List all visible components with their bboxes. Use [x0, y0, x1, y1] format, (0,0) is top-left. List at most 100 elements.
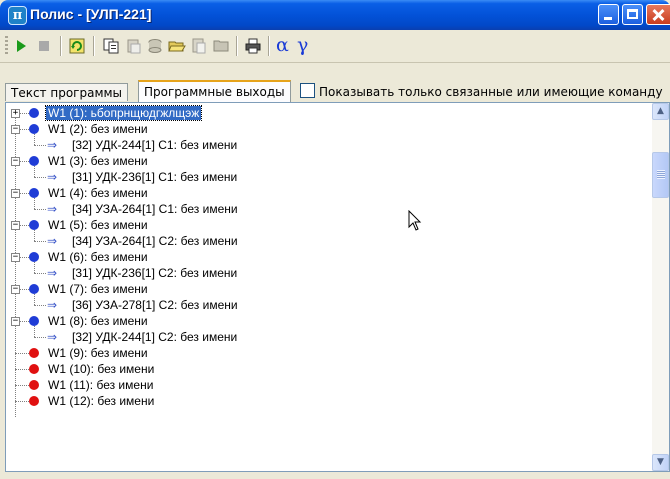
collapse-icon[interactable]: − — [11, 317, 20, 326]
collapse-icon[interactable]: − — [11, 125, 20, 134]
blue-status-dot-icon — [29, 124, 39, 134]
tree-node-label[interactable]: W1 (2): без имени — [46, 122, 150, 136]
vertical-scrollbar[interactable]: ▲ ▼ — [652, 103, 669, 471]
link-arrow-icon: ⇒ — [47, 298, 58, 312]
blue-status-dot-icon — [29, 220, 39, 230]
play-icon[interactable] — [12, 37, 30, 55]
tree-child-label[interactable]: [34] УЗА-264[1] С1: без имени — [70, 202, 240, 216]
tree-child-label[interactable]: [36] УЗА-278[1] С2: без имени — [70, 298, 240, 312]
mouse-cursor-icon — [408, 210, 422, 231]
toolbar-separator — [93, 36, 95, 56]
tree-node-label[interactable]: W1 (9): без имени — [46, 346, 150, 360]
tree-child-label[interactable]: [34] УЗА-264[1] С2: без имени — [70, 234, 240, 248]
red-status-dot-icon — [29, 348, 39, 358]
tree-connector — [15, 401, 29, 402]
red-status-dot-icon — [29, 380, 39, 390]
filter-checkbox-row[interactable]: Показывать только связанные или имеющие … — [300, 83, 663, 101]
refresh-icon[interactable] — [68, 37, 86, 55]
tree-child-label[interactable]: [31] УДК-236[1] С2: без имени — [70, 266, 239, 280]
tree-child-label[interactable]: [32] УДК-244[1] С1: без имени — [70, 138, 239, 152]
scroll-thumb[interactable] — [652, 152, 669, 198]
filter-checkbox-label: Показывать только связанные или имеющие … — [319, 85, 663, 99]
outputs-panel: + W1 (1): ьбопрнщюдгжлщэж − W1 (2): без име… — [5, 102, 670, 472]
app-icon[interactable]: π — [8, 6, 27, 25]
paste-doc-icon[interactable] — [190, 37, 208, 55]
child-connector — [34, 262, 35, 273]
collapse-icon[interactable]: − — [11, 157, 20, 166]
stop-icon[interactable] — [35, 37, 53, 55]
minimize-button[interactable] — [598, 4, 619, 25]
child-connector — [34, 145, 46, 146]
child-connector — [34, 241, 46, 242]
child-connector — [34, 166, 35, 177]
child-connector — [34, 134, 35, 145]
alpha-icon[interactable]: α — [276, 34, 289, 56]
child-connector — [34, 177, 46, 178]
child-connector — [34, 209, 46, 210]
tree-node-label[interactable]: W1 (6): без имени — [46, 250, 150, 264]
scroll-down-button[interactable]: ▼ — [652, 454, 669, 471]
link-arrow-icon: ⇒ — [47, 138, 58, 152]
toolbar-separator — [60, 36, 62, 56]
folder-icon[interactable] — [212, 37, 230, 55]
scroll-up-button[interactable]: ▲ — [652, 103, 669, 120]
tree-connector — [15, 353, 29, 354]
tree-child-label[interactable]: [31] УДК-236[1] С1: без имени — [70, 170, 239, 184]
tree-node-label[interactable]: W1 (7): без имени — [46, 282, 150, 296]
blue-status-dot-icon — [29, 156, 39, 166]
filter-checkbox[interactable] — [300, 83, 315, 98]
tree-node-label[interactable]: W1 (4): без имени — [46, 186, 150, 200]
child-connector — [34, 326, 35, 337]
tab-program-text[interactable]: Текст программы — [5, 83, 129, 101]
open-folder-icon[interactable] — [168, 37, 186, 55]
child-connector — [34, 305, 46, 306]
collapse-icon[interactable]: − — [11, 189, 20, 198]
tree-node-label[interactable]: W1 (1): ьбопрнщюдгжлщэж — [44, 105, 203, 121]
tree-connector — [15, 385, 29, 386]
child-connector — [34, 230, 35, 241]
tree-node-label[interactable]: W1 (5): без имени — [46, 218, 150, 232]
tree-node-label[interactable]: W1 (3): без имени — [46, 154, 150, 168]
close-button[interactable] — [646, 4, 670, 25]
collapse-icon[interactable]: − — [11, 253, 20, 262]
link-arrow-icon: ⇒ — [47, 202, 58, 216]
link-arrow-icon: ⇒ — [47, 330, 58, 344]
tree-node-label[interactable]: W1 (11): без имени — [46, 378, 155, 392]
database-icon[interactable] — [146, 37, 164, 55]
copy-icon[interactable] — [102, 37, 120, 55]
tree-node-label[interactable]: W1 (12): без имени — [46, 394, 156, 408]
blue-status-dot-icon — [29, 108, 39, 118]
blue-status-dot-icon — [29, 284, 39, 294]
red-status-dot-icon — [29, 396, 39, 406]
blue-status-dot-icon — [29, 316, 39, 326]
tab-program-outputs[interactable]: Программные выходы — [138, 80, 291, 102]
child-connector — [34, 273, 46, 274]
outputs-tree[interactable]: + W1 (1): ьбопрнщюдгжлщэж − W1 (2): без име… — [6, 103, 654, 471]
toolbar-separator — [236, 36, 238, 56]
link-arrow-icon: ⇒ — [47, 266, 58, 280]
tree-node-label[interactable]: W1 (10): без имени — [46, 362, 156, 376]
toolbar: α γ — [0, 30, 670, 63]
blue-status-dot-icon — [29, 252, 39, 262]
tree-connector — [15, 369, 29, 370]
link-arrow-icon: ⇒ — [47, 170, 58, 184]
collapse-icon[interactable]: − — [11, 285, 20, 294]
title-bar[interactable]: π Полис - [УЛП-221] — [0, 0, 670, 30]
blue-status-dot-icon — [29, 188, 39, 198]
collapse-icon[interactable]: − — [11, 221, 20, 230]
toolbar-separator — [268, 36, 270, 56]
tab-bar: Текст программы Программные выходы Показ… — [0, 80, 670, 102]
tree-node-label[interactable]: W1 (8): без имени — [46, 314, 150, 328]
gamma-icon[interactable]: γ — [297, 34, 308, 56]
link-arrow-icon: ⇒ — [47, 234, 58, 248]
window-title: Полис - [УЛП-221] — [30, 6, 152, 22]
child-connector — [34, 198, 35, 209]
toolbar-grip[interactable] — [5, 36, 8, 56]
expand-icon[interactable]: + — [11, 109, 20, 118]
maximize-button[interactable] — [622, 4, 643, 25]
paste-icon[interactable] — [125, 37, 143, 55]
tree-child-label[interactable]: [32] УДК-244[1] С2: без имени — [70, 330, 239, 344]
child-connector — [34, 294, 35, 305]
print-icon[interactable] — [244, 37, 262, 55]
child-connector — [34, 337, 46, 338]
